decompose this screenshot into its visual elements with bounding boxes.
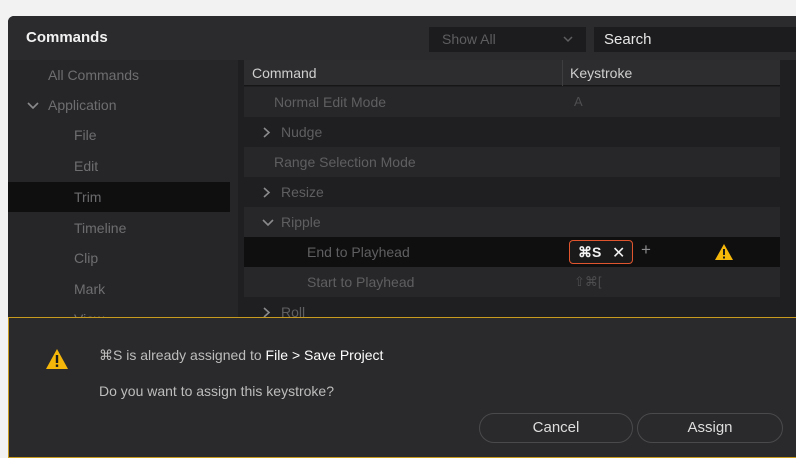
- command-group-name: Resize: [281, 184, 324, 200]
- table-row-selected[interactable]: End to Playhead ⌘S ✕ +: [244, 237, 780, 267]
- add-keystroke-icon[interactable]: +: [641, 240, 651, 260]
- table-row[interactable]: Normal Edit Mode A: [244, 87, 780, 117]
- conflict-dialog: ⌘S is already assigned to File > Save Pr…: [8, 317, 796, 458]
- cancel-button[interactable]: Cancel: [479, 413, 633, 443]
- column-header-keystroke[interactable]: Keystroke: [570, 65, 632, 81]
- conflict-message: ⌘S is already assigned to File > Save Pr…: [99, 347, 383, 364]
- commands-window: Commands Show All Search All Commands Ap…: [8, 16, 796, 458]
- table-row[interactable]: Start to Playhead ⇧⌘[: [244, 267, 780, 297]
- chevron-down-icon[interactable]: [27, 102, 39, 110]
- command-name: End to Playhead: [307, 244, 410, 260]
- table-row[interactable]: Resize: [244, 177, 780, 207]
- conflict-message-prefix: ⌘S is already assigned to: [99, 347, 266, 363]
- table-row[interactable]: Ripple: [244, 207, 780, 237]
- confirm-question: Do you want to assign this keystroke?: [99, 383, 335, 399]
- column-header-command[interactable]: Command: [252, 65, 317, 81]
- keystroke-chip[interactable]: ⌘S ✕: [569, 240, 633, 264]
- command-name: Range Selection Mode: [274, 154, 416, 170]
- header-bar: Commands Show All Search: [8, 16, 796, 60]
- command-name: Start to Playhead: [307, 274, 415, 290]
- search-input[interactable]: Search: [594, 27, 796, 52]
- chevron-down-icon: [563, 36, 573, 43]
- sidebar-item-label: All Commands: [48, 67, 140, 83]
- table-header: Command Keystroke: [244, 60, 780, 86]
- command-name: Normal Edit Mode: [274, 94, 387, 110]
- chevron-right-icon[interactable]: [262, 127, 272, 138]
- sidebar-item-clip[interactable]: Clip: [8, 243, 230, 273]
- command-group-name: Ripple: [281, 214, 321, 230]
- sidebar-item-mark[interactable]: Mark: [8, 274, 230, 304]
- filter-dropdown[interactable]: Show All: [429, 27, 586, 52]
- keystroke-chip-label: ⌘S: [578, 244, 602, 260]
- sidebar-item-label: File: [74, 127, 97, 143]
- filter-value: Show All: [442, 31, 496, 47]
- sidebar-item-all-commands[interactable]: All Commands: [8, 60, 230, 90]
- sidebar-item-label: Trim: [74, 189, 102, 205]
- sidebar-item-timeline[interactable]: Timeline: [8, 213, 230, 243]
- table-row[interactable]: Range Selection Mode: [244, 147, 780, 177]
- sidebar-item-edit[interactable]: Edit: [8, 151, 230, 181]
- assign-button[interactable]: Assign: [637, 413, 783, 443]
- conflict-target: File > Save Project: [265, 347, 384, 363]
- remove-keystroke-icon[interactable]: ✕: [612, 243, 625, 263]
- sidebar-item-label: Edit: [74, 158, 99, 174]
- sidebar-item-label: Clip: [74, 250, 99, 266]
- search-text: Search: [604, 31, 652, 48]
- sidebar-item-application[interactable]: Application: [8, 90, 230, 120]
- sidebar-item-trim[interactable]: Trim: [8, 182, 230, 212]
- sidebar-item-label: Mark: [74, 281, 106, 297]
- warning-icon: [46, 349, 68, 369]
- keystroke-value[interactable]: ⇧⌘[: [574, 274, 602, 290]
- chevron-right-icon[interactable]: [262, 187, 272, 198]
- warning-icon: [715, 244, 733, 260]
- sidebar-item-label: Timeline: [74, 220, 127, 236]
- sidebar-item-label: Application: [48, 97, 117, 113]
- chevron-down-icon[interactable]: [262, 219, 274, 227]
- command-group-name: Nudge: [281, 124, 323, 140]
- table-row[interactable]: Nudge: [244, 117, 780, 147]
- column-divider[interactable]: [562, 60, 563, 86]
- keystroke-value[interactable]: A: [574, 94, 583, 109]
- window-title: Commands: [26, 29, 108, 46]
- sidebar-item-file[interactable]: File: [8, 120, 230, 150]
